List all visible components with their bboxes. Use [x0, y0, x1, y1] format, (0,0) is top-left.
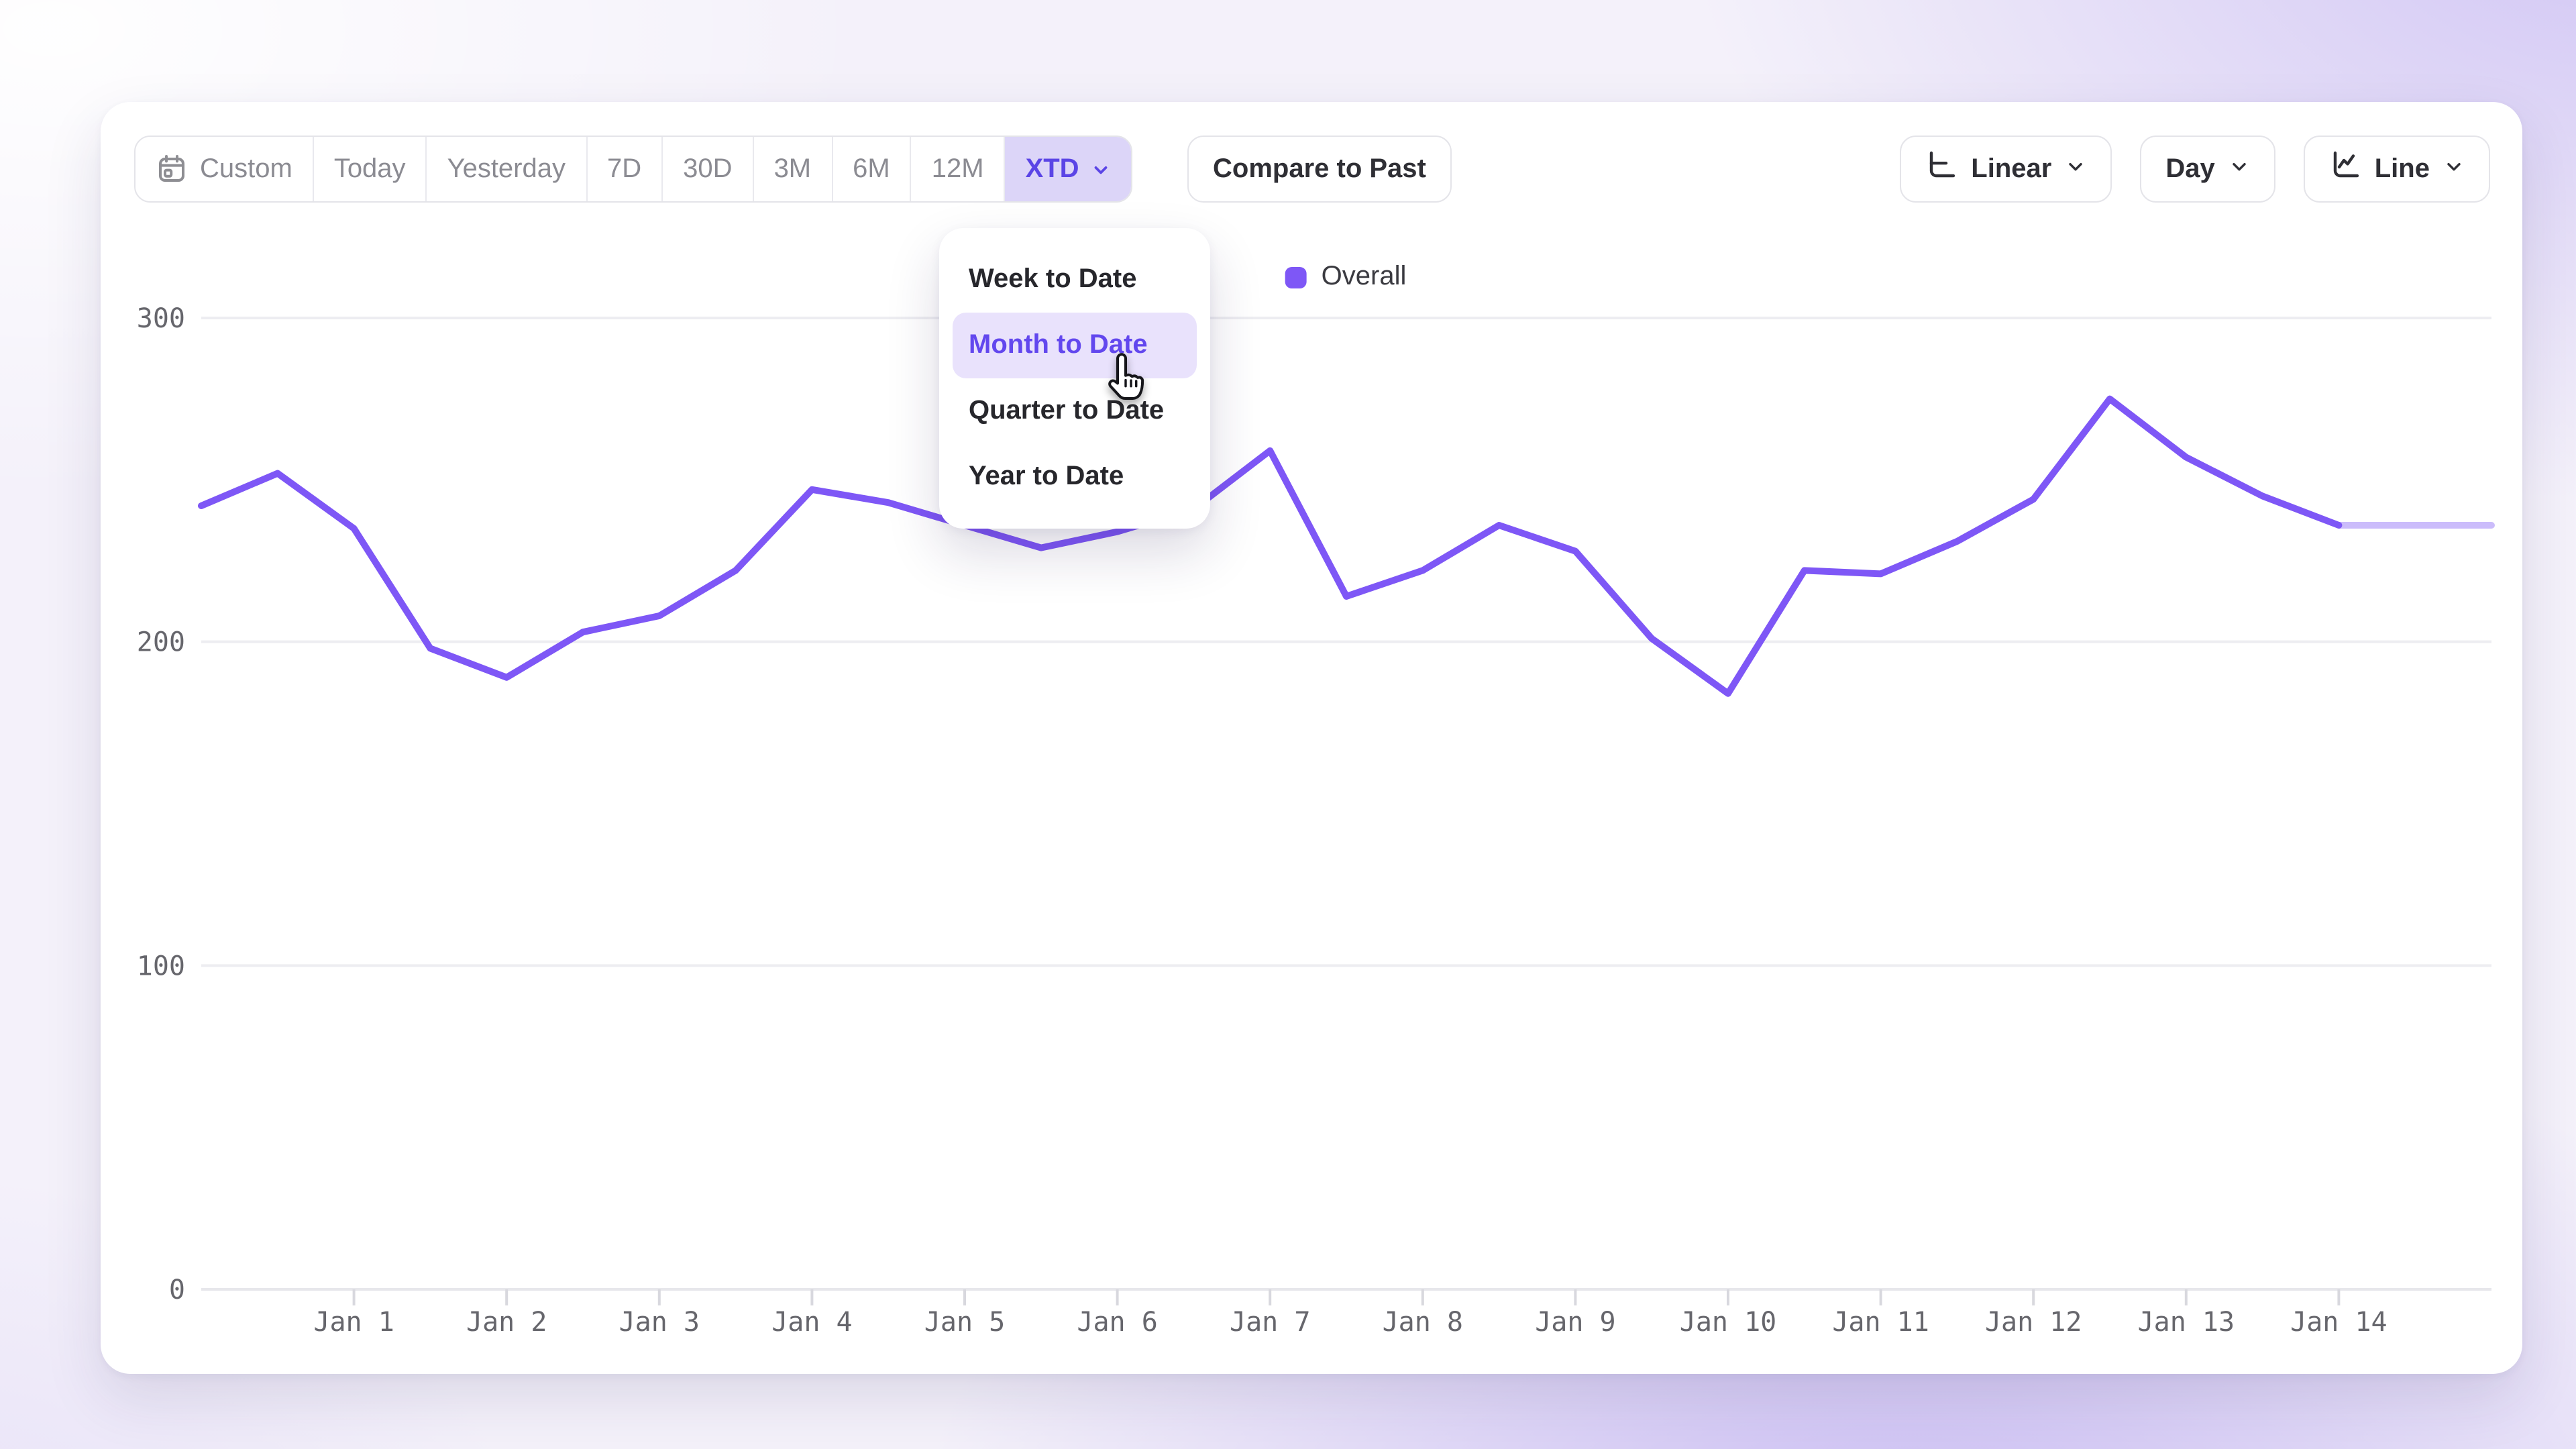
desktop-background: 0 100 200 300 Jan 1 Jan 2 Jan 3 Jan 4 Jan 5 Jan 6…	[0, 0, 2576, 1449]
date-range-today[interactable]: Today	[314, 137, 427, 201]
date-range-7d[interactable]: 7D	[587, 137, 663, 201]
chevron-down-icon	[1091, 159, 1112, 179]
x-axis-label-jan-1: Jan 1	[313, 1307, 394, 1338]
date-range-12m[interactable]: 12M	[912, 137, 1006, 201]
y-axis-label-300: 300	[137, 303, 185, 334]
date-range-dropdown: Week to DateMonth to DateQuarter to Date…	[939, 228, 1210, 529]
linear-scale-icon	[1925, 149, 1957, 189]
date-range-yesterday[interactable]: Yesterday	[427, 137, 587, 201]
legend: Overall	[1285, 262, 1407, 292]
x-axis-label-jan-4: Jan 4	[771, 1307, 852, 1338]
analytics-card: 0 100 200 300 Jan 1 Jan 2 Jan 3 Jan 4 Jan 5 Jan 6…	[101, 102, 2522, 1374]
date-range-xtd[interactable]: XTD	[1006, 137, 1132, 201]
date-range-label: 6M	[853, 154, 890, 184]
date-range-label: XTD	[1026, 154, 1079, 184]
compare-to-past-label: Compare to Past	[1213, 154, 1426, 184]
chart-type-select-label: Line	[2375, 154, 2430, 184]
date-range-30d[interactable]: 30D	[663, 137, 753, 201]
date-range-6m[interactable]: 6M	[833, 137, 912, 201]
legend-series-label: Overall	[1322, 262, 1407, 292]
x-axis-label-jan-11: Jan 11	[1832, 1307, 1929, 1338]
mouse-cursor-pointer-icon	[1096, 352, 1150, 417]
x-axis-label-jan-2: Jan 2	[466, 1307, 547, 1338]
date-range-label: 30D	[683, 154, 732, 184]
interval-select-label: Day	[2165, 154, 2214, 184]
date-range-label: 12M	[932, 154, 984, 184]
dropdown-item-quarter-to-date[interactable]: Quarter to Date	[953, 378, 1197, 444]
dropdown-item-year-to-date[interactable]: Year to Date	[953, 444, 1197, 510]
y-axis-label-200: 200	[137, 627, 185, 658]
x-axis-label-jan-12: Jan 12	[1985, 1307, 2082, 1338]
x-axis-label-jan-7: Jan 7	[1230, 1307, 1310, 1338]
x-axis-label-jan-6: Jan 6	[1077, 1307, 1157, 1338]
x-axis-label-jan-3: Jan 3	[619, 1307, 700, 1338]
y-axis-label-0: 0	[169, 1275, 185, 1305]
chart-display-controls: Linear Day	[1900, 136, 2490, 203]
date-range-label: Custom	[200, 154, 292, 184]
date-range-label: 7D	[607, 154, 641, 184]
date-range-custom[interactable]: Custom	[136, 137, 314, 201]
legend-swatch	[1285, 266, 1307, 288]
line-chart-icon	[2329, 149, 2361, 189]
chevron-down-icon	[2443, 154, 2465, 184]
scale-select-button[interactable]: Linear	[1900, 136, 2112, 203]
dropdown-item-month-to-date[interactable]: Month to Date	[953, 313, 1197, 378]
date-range-control: Custom Today Yesterday 7D 30D 3M 6M 12M XTD	[134, 136, 1133, 203]
date-range-label: 3M	[774, 154, 812, 184]
compare-to-past-button[interactable]: Compare to Past	[1187, 136, 1452, 203]
date-range-label: Yesterday	[447, 154, 566, 184]
line-chart: 0 100 200 300 Jan 1 Jan 2 Jan 3 Jan 4 Jan 5 Jan 6…	[101, 102, 2522, 1374]
interval-select-button[interactable]: Day	[2140, 136, 2275, 203]
series-line-overall	[201, 399, 2339, 694]
x-axis-label-jan-13: Jan 13	[2138, 1307, 2235, 1338]
x-axis-label-jan-5: Jan 5	[924, 1307, 1005, 1338]
x-axis-label-jan-14: Jan 14	[2290, 1307, 2387, 1338]
date-range-label: Today	[334, 154, 406, 184]
x-axis-label-jan-8: Jan 8	[1383, 1307, 1463, 1338]
chart-toolbar: Custom Today Yesterday 7D 30D 3M 6M 12M XTD Comp…	[101, 102, 2522, 236]
chevron-down-icon	[2229, 154, 2250, 184]
x-axis-label-jan-9: Jan 9	[1535, 1307, 1615, 1338]
x-axis-label-jan-10: Jan 10	[1680, 1307, 1777, 1338]
date-range-3m[interactable]: 3M	[754, 137, 833, 201]
chart-type-select-button[interactable]: Line	[2304, 136, 2490, 203]
scale-select-label: Linear	[1971, 154, 2051, 184]
calendar-icon	[156, 153, 188, 185]
chevron-down-icon	[2065, 154, 2086, 184]
y-axis-label-100: 100	[137, 951, 185, 981]
dropdown-item-week-to-date[interactable]: Week to Date	[953, 247, 1197, 313]
